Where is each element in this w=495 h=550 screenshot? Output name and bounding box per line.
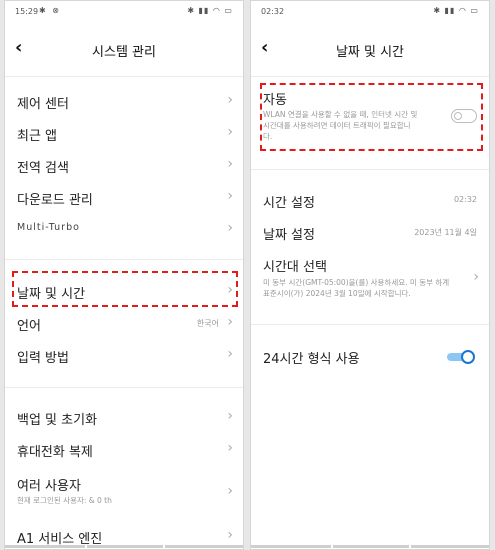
toggle-knob (461, 350, 475, 364)
chevron-right-icon: › (227, 483, 233, 499)
notification-icons: ✱ ⊗ (39, 6, 61, 15)
menu-item-backup-reset[interactable]: 백업 및 초기화 › (5, 405, 243, 431)
menu-item-label: 여러 사용자 (17, 479, 81, 494)
menu-item-value: 한국어 (196, 319, 219, 328)
time-setting-label: 시간 설정 (263, 196, 315, 211)
menu-item-download-manager[interactable]: 다운로드 관리 › (5, 185, 243, 211)
chevron-right-icon: › (227, 527, 233, 543)
page-title: 시스템 관리 (92, 45, 156, 60)
timezone-label: 시간대 선택 (263, 260, 327, 275)
divider (5, 76, 243, 77)
date-setting-row[interactable]: 날짜 설정 2023년 11월 4일 (251, 221, 489, 245)
chevron-right-icon: › (227, 440, 233, 456)
header: ‹ 시스템 관리 (5, 35, 243, 65)
menu-item-label: 언어 (17, 319, 41, 334)
menu-item-multi-turbo[interactable]: Multi-Turbo › (5, 217, 243, 241)
menu-item-label: 휴대전화 복제 (17, 445, 93, 460)
menu-item-control-center[interactable]: 제어 센터 › (5, 89, 243, 115)
timezone-description-line2: 표준시이(가) 2024년 3월 10일에 시작합니다. (263, 289, 411, 298)
chevron-right-icon: › (227, 124, 233, 140)
header: ‹ 날짜 및 시간 (251, 35, 489, 65)
chevron-right-icon: › (227, 408, 233, 424)
menu-item-recent-apps[interactable]: 최근 앱 › (5, 121, 243, 147)
highlight-box (12, 271, 238, 307)
menu-item-phone-clone[interactable]: 휴대전화 복제 › (5, 437, 243, 463)
chevron-right-icon: › (227, 156, 233, 172)
date-setting-value: 2023년 11월 4일 (414, 228, 477, 237)
status-bar: 02:32 ✱ ▮▮ ◠ ▭ (251, 1, 489, 23)
chevron-right-icon: › (227, 314, 233, 330)
chevron-right-icon: › (227, 92, 233, 108)
chevron-right-icon: › (473, 269, 479, 285)
menu-item-label: 입력 방법 (17, 351, 69, 366)
status-time: 15:29 (15, 7, 39, 16)
nav-bar (251, 545, 489, 549)
chevron-right-icon: › (227, 346, 233, 362)
24-hour-format-row: 24시간 형식 사용 (251, 345, 489, 369)
divider (5, 259, 243, 260)
system-status-icons: ✱ ▮▮ ◠ ▭ (433, 6, 479, 15)
menu-item-multiple-users[interactable]: 여러 사용자 현재 로그인된 사용자: & 0 th › (5, 473, 243, 511)
system-management-screen: 15:29 ✱ ⊗ ✱ ▮▮ ◠ ▭ ‹ 시스템 관리 제어 센터 › 최근 앱… (4, 0, 244, 550)
status-time: 02:32 (261, 7, 285, 16)
menu-item-label: 제어 센터 (17, 97, 69, 112)
nav-bar (5, 545, 243, 549)
menu-item-language[interactable]: 언어 한국어 › (5, 311, 243, 337)
timezone-row[interactable]: 시간대 선택 미 동부 시간(GMT-05:00)을(를) 사용하세요. 미 동… (251, 253, 489, 303)
menu-item-label: 다운로드 관리 (17, 193, 93, 208)
timezone-description-line1: 미 동부 시간(GMT-05:00)을(를) 사용하세요. 미 동부 하계 (263, 278, 450, 287)
menu-item-global-search[interactable]: 전역 검색 › (5, 153, 243, 179)
menu-item-subtitle: 현재 로그인된 사용자: & 0 th (17, 496, 112, 505)
menu-item-input-method[interactable]: 입력 방법 › (5, 343, 243, 369)
divider (251, 76, 489, 77)
system-status-icons: ✱ ▮▮ ◠ ▭ (187, 6, 233, 15)
24-hour-format-label: 24시간 형식 사용 (263, 352, 360, 367)
status-bar: 15:29 ✱ ⊗ ✱ ▮▮ ◠ ▭ (5, 1, 243, 23)
chevron-right-icon: › (227, 188, 233, 204)
divider (5, 387, 243, 388)
page-title: 날짜 및 시간 (335, 45, 405, 60)
chevron-right-icon: › (227, 220, 233, 236)
divider (251, 324, 489, 325)
menu-item-label: 전역 검색 (17, 161, 69, 176)
menu-item-label: 백업 및 초기화 (17, 413, 98, 428)
date-time-screen: 02:32 ✱ ▮▮ ◠ ▭ ‹ 날짜 및 시간 자동 WLAN 연결을 사용할… (250, 0, 490, 550)
highlight-box (260, 83, 483, 151)
menu-item-label: Multi-Turbo (17, 222, 80, 233)
divider (251, 169, 489, 170)
screenshot-pair: 15:29 ✱ ⊗ ✱ ▮▮ ◠ ▭ ‹ 시스템 관리 제어 센터 › 최근 앱… (0, 0, 495, 550)
time-setting-value: 02:32 (453, 195, 477, 204)
time-setting-row[interactable]: 시간 설정 02:32 (251, 189, 489, 213)
menu-item-label: 최근 앱 (17, 129, 58, 144)
24-hour-format-toggle[interactable] (447, 350, 475, 364)
date-setting-label: 날짜 설정 (263, 228, 315, 243)
